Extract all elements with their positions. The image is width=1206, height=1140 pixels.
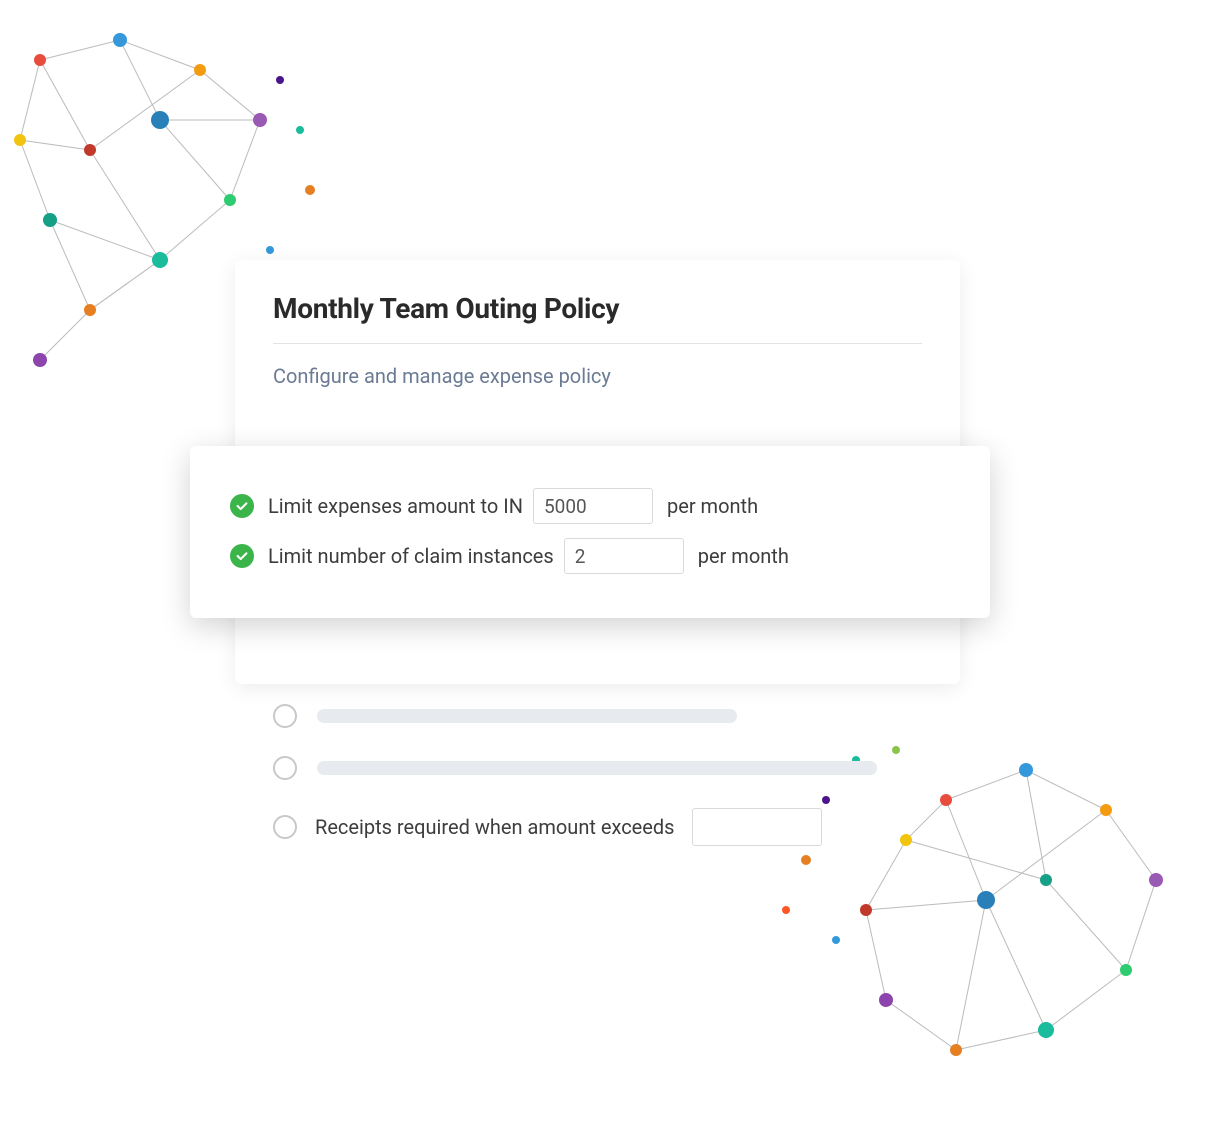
radio-icon[interactable] (273, 704, 297, 728)
policy-card-lower: Receipts required when amount exceeds (235, 660, 960, 882)
expense-limit-rule: Limit expenses amount to IN per month (230, 488, 950, 524)
receipts-rule: Receipts required when amount exceeds (273, 808, 922, 846)
placeholder-rule-1 (273, 704, 922, 728)
radio-icon[interactable] (273, 756, 297, 780)
divider (273, 343, 922, 344)
expense-limit-label-lead: Limit expenses amount to IN (268, 494, 523, 518)
radio-icon[interactable] (273, 815, 297, 839)
claim-limit-label-lead: Limit number of claim instances (268, 544, 554, 568)
receipts-threshold-input[interactable] (692, 808, 822, 846)
claim-limit-label-tail: per month (698, 544, 789, 568)
rules-popout: Limit expenses amount to IN per month Li… (190, 446, 990, 618)
placeholder-bar (317, 709, 737, 723)
policy-title: Monthly Team Outing Policy (273, 292, 922, 325)
receipts-label: Receipts required when amount exceeds (315, 815, 674, 839)
placeholder-bar (317, 761, 877, 775)
placeholder-rule-2 (273, 756, 922, 780)
claim-limit-rule: Limit number of claim instances per mont… (230, 538, 950, 574)
claim-limit-input[interactable] (564, 538, 684, 574)
policy-subtitle: Configure and manage expense policy (273, 364, 922, 388)
check-icon (230, 494, 254, 518)
check-icon (230, 544, 254, 568)
expense-limit-input[interactable] (533, 488, 653, 524)
expense-limit-label-tail: per month (667, 494, 758, 518)
